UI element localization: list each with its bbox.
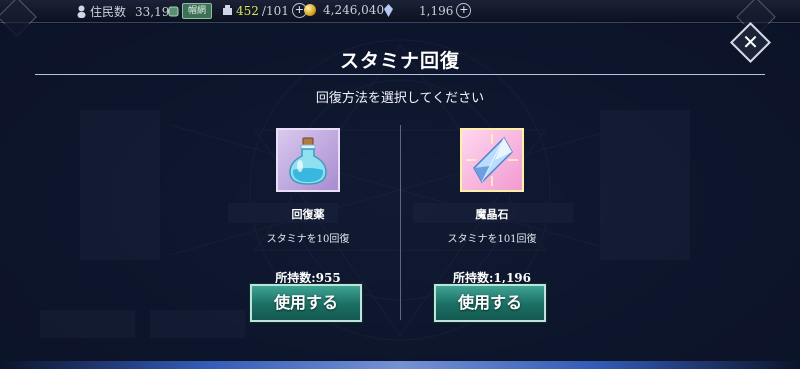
residents-label: 住民数 <box>90 5 127 19</box>
potion-item-frame <box>276 128 340 192</box>
item-name: 魔晶石 <box>475 208 509 221</box>
top-status-bar: 住民数 33,190 帽網 452/101 + 4,246,040 1,196 … <box>0 0 800 23</box>
use-crystal-button[interactable]: 使用する <box>434 284 546 322</box>
coin-icon <box>304 4 316 16</box>
coin-value: 4,246,040 <box>323 3 385 17</box>
rank-badge: 帽網 <box>182 3 213 19</box>
close-icon[interactable]: ✕ <box>736 28 765 57</box>
person-icon <box>77 5 86 18</box>
recovery-option-crystal: 魔晶石 スタミナを101回復 所持数:1,196 使用する <box>362 126 622 336</box>
stamina-max: /101 <box>261 3 289 18</box>
stamina-current: 452 <box>236 3 259 18</box>
gem-counter: 1,196 + <box>383 3 472 18</box>
gem-value: 1,196 <box>419 3 454 18</box>
dialog-title: スタミナ回復 <box>339 50 460 72</box>
crystal-item-frame <box>460 128 524 192</box>
magic-crystal-icon <box>466 134 518 186</box>
emblem-icon <box>168 6 179 16</box>
coin-counter: 4,246,040 <box>304 3 384 17</box>
residents-counter: 住民数 33,190 <box>76 3 177 20</box>
gem-icon <box>384 4 393 17</box>
use-potion-button[interactable]: 使用する <box>250 284 362 322</box>
stamina-counter: 452/101 + <box>222 3 307 18</box>
stamina-icon <box>223 5 232 15</box>
item-description: スタミナを101回復 <box>447 234 537 245</box>
bottom-glow <box>0 361 800 369</box>
rank-badge-group: 帽網 <box>168 3 213 19</box>
dialog-subtitle: 回復方法を選択してください <box>315 91 485 106</box>
title-underline <box>35 74 765 75</box>
potion-bottle-icon <box>289 137 327 185</box>
add-gem-button[interactable]: + <box>456 3 472 18</box>
